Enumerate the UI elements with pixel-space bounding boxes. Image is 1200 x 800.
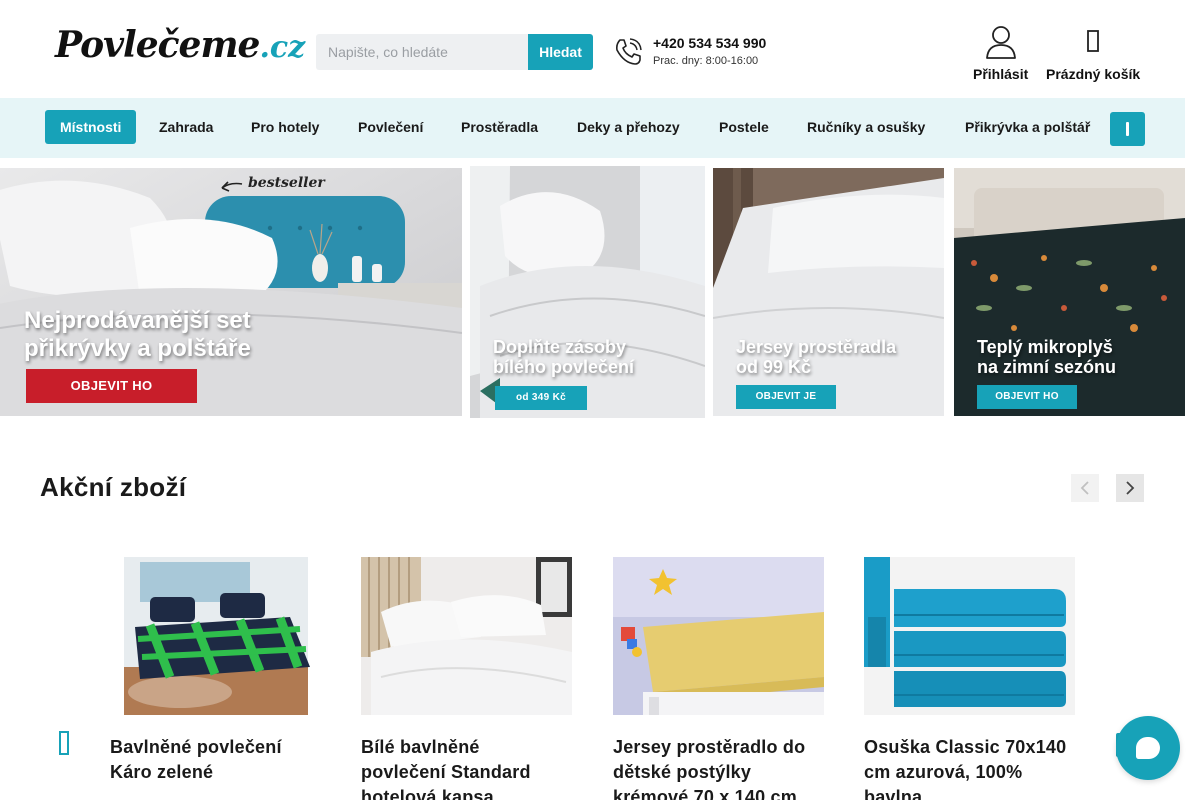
product-card[interactable]: Osuška Classic 70x140 cm azurová, 100% b…	[864, 557, 1075, 800]
menu-more-icon	[1126, 122, 1129, 136]
nav-item-prikryvka-a-polstar[interactable]: Přikrývka a polštář	[950, 110, 1105, 144]
product-name[interactable]: Osuška Classic 70x140 cm azurová, 100% b…	[864, 735, 1069, 800]
banner-headline: Teplý mikroplyš	[977, 337, 1113, 357]
product-name[interactable]: Jersey prostěradlo do dětské postýlky kr…	[613, 735, 818, 800]
product-card[interactable]: Bavlněné povlečení Káro zelené	[110, 557, 321, 785]
product-card[interactable]: Jersey prostěradlo do dětské postýlky kr…	[613, 557, 824, 800]
product-image-towels	[864, 557, 1075, 715]
nav-item-deky-a-prehozy[interactable]: Deky a přehozy	[562, 110, 695, 144]
carousel-next-button[interactable]	[1116, 474, 1144, 502]
nav-item-postele[interactable]: Postele	[704, 110, 784, 144]
banner-headline: na zimní sezónu	[977, 357, 1117, 377]
product-image[interactable]	[110, 557, 321, 715]
banner-microplush[interactable]: Teplý mikroplyš na zimní sezónu OBJEVIT …	[954, 168, 1185, 416]
banner-headline: bílého povlečení	[493, 357, 635, 377]
cart-link[interactable]: Prázdný košík	[1046, 24, 1140, 82]
menu-more-button[interactable]	[1110, 112, 1145, 146]
phone-icon	[616, 38, 642, 65]
nav-item-mistnosti[interactable]: Místnosti	[45, 110, 137, 144]
nav-item-povleceni[interactable]: Povlečení	[343, 110, 438, 144]
search-input[interactable]	[316, 34, 528, 70]
chevron-right-icon	[1126, 481, 1135, 495]
main-nav: Místnosti Zahrada Pro hotely Povlečení P…	[0, 98, 1185, 158]
banner-image-jersey-sheet	[713, 168, 944, 416]
banner-image-white-bedding	[470, 166, 705, 418]
site-header: Povlečeme.cz Hledat +420 534 534 990 Pra…	[0, 0, 1185, 98]
products-prev-icon	[59, 731, 69, 755]
banner-cta-button[interactable]: OBJEVIT HO	[26, 369, 197, 403]
banner-bestseller[interactable]: bestseller Nejprodávanější set přikrývky…	[0, 168, 462, 416]
product-image[interactable]	[613, 557, 824, 715]
banner-cta-button[interactable]: OBJEVIT JE	[736, 385, 836, 409]
login-label: Přihlásit	[973, 66, 1029, 82]
login-link[interactable]: Přihlásit	[973, 24, 1028, 82]
carousel-prev-button[interactable]	[1071, 474, 1099, 502]
banner-image-floral-bedding	[954, 168, 1185, 416]
search-button[interactable]: Hledat	[528, 34, 593, 70]
nav-item-pro-hotely[interactable]: Pro hotely	[236, 110, 334, 144]
search-bar: Hledat	[316, 34, 593, 70]
product-name[interactable]: Bílé bavlněné povlečení Standard hotelov…	[361, 735, 566, 800]
cart-label: Prázdný košík	[1046, 66, 1141, 82]
banner-white-bedding[interactable]: Doplňte zásoby bílého povlečení od 349 K…	[470, 166, 705, 418]
logo-text: Povlečeme	[55, 24, 260, 66]
banner-jersey[interactable]: Jersey prostěradla od 99 Kč OBJEVIT JE	[713, 168, 944, 416]
user-icon	[985, 26, 1016, 59]
products-prev-button[interactable]	[52, 728, 76, 758]
phone-hours: Prac. dny: 8:00-16:00	[653, 55, 759, 67]
product-name[interactable]: Bavlněné povlečení Káro zelené	[110, 735, 315, 785]
phone-number[interactable]: +420 534 534 990	[653, 35, 766, 52]
nav-item-rucniky-a-osusky[interactable]: Ručníky a osušky	[792, 110, 940, 144]
cart-icon	[1087, 30, 1099, 52]
banner-headline: Jersey prostěradla	[736, 337, 897, 357]
site-logo[interactable]: Povlečeme .cz	[55, 24, 305, 74]
product-image-white-bedding	[361, 557, 572, 715]
product-card[interactable]: Bílé bavlněné povlečení Standard hotelov…	[361, 557, 572, 800]
chat-icon	[1136, 737, 1160, 759]
banner-cta-button[interactable]: od 349 Kč	[495, 386, 587, 410]
product-image[interactable]	[361, 557, 572, 715]
banner-headline: Nejprodávanější set	[24, 307, 251, 334]
product-image[interactable]	[864, 557, 1075, 715]
product-image-checked-bedding	[110, 557, 321, 715]
banner-tag: bestseller	[248, 175, 325, 191]
banner-headline: od 99 Kč	[736, 357, 812, 377]
banner-headline: přikrývky a polštáře	[24, 335, 251, 362]
contact-info: +420 534 534 990 Prac. dny: 8:00-16:00	[612, 34, 766, 70]
banner-headline: Doplňte zásoby	[493, 337, 627, 357]
banner-cta-button[interactable]: OBJEVIT HO	[977, 385, 1077, 409]
logo-tld: .cz	[259, 30, 306, 65]
nav-item-prosteradla[interactable]: Prostěradla	[446, 110, 553, 144]
chat-button[interactable]	[1116, 716, 1180, 780]
product-image-jersey-sheet	[613, 557, 824, 715]
section-title: Akční zboží	[40, 472, 187, 502]
chevron-left-icon	[1080, 481, 1089, 495]
nav-item-zahrada[interactable]: Zahrada	[144, 110, 228, 144]
